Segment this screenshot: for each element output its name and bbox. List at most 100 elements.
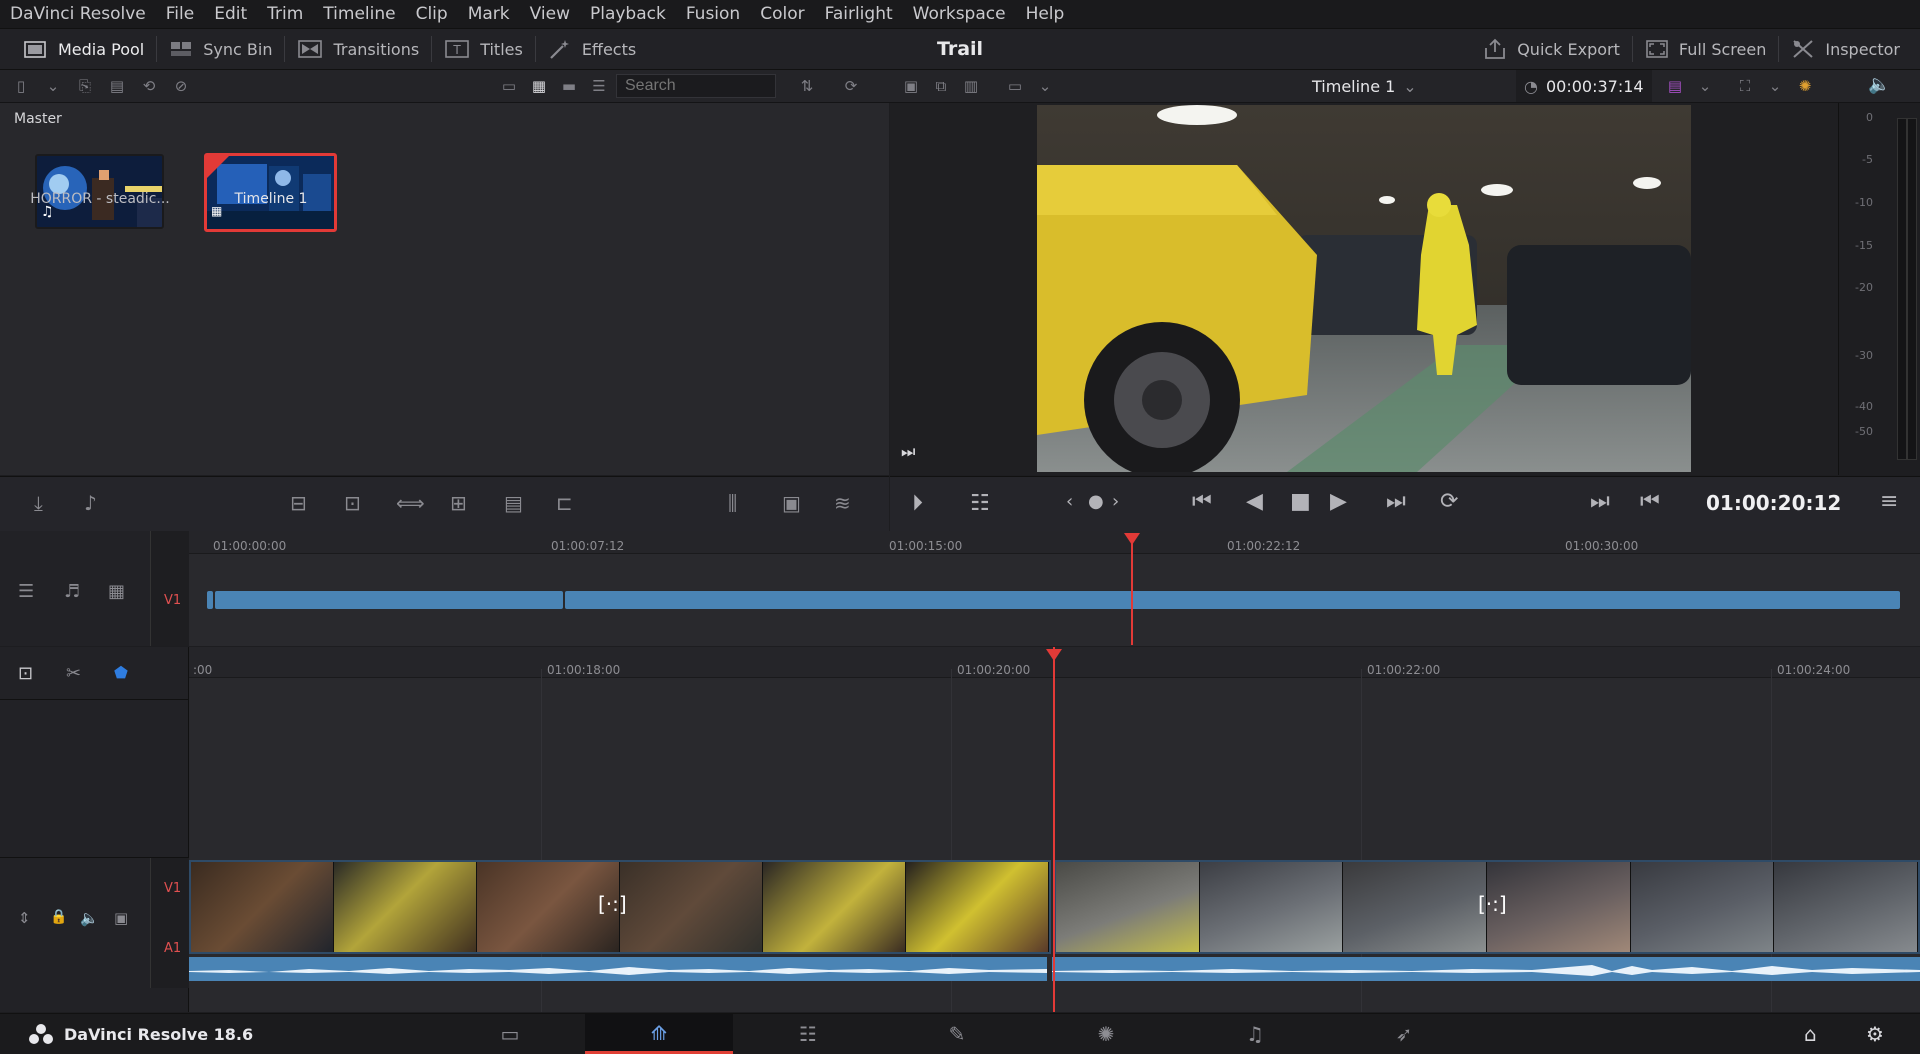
sliders-icon[interactable]: ☷ <box>970 491 990 516</box>
page-edit[interactable]: ☷ <box>734 1014 882 1054</box>
menu-view[interactable]: View <box>520 0 580 28</box>
source-overwrite-icon[interactable]: ⊏ <box>556 491 573 515</box>
transform-icon[interactable]: ⛶ <box>1732 73 1758 99</box>
sync-bin-button[interactable]: Sync Bin <box>157 29 284 69</box>
menu-playback[interactable]: Playback <box>580 0 676 28</box>
effects-button[interactable]: Effects <box>536 29 648 69</box>
playhead[interactable] <box>1131 535 1133 645</box>
page-media[interactable]: ▭ <box>436 1014 584 1054</box>
smart-insert-icon[interactable]: ⊟ <box>290 491 307 515</box>
next-edit-icon[interactable]: › <box>1112 491 1119 512</box>
more-options-icon[interactable]: ≡ <box>1880 489 1898 514</box>
marker-icon[interactable]: ⬟ <box>114 663 128 682</box>
menu-fusion[interactable]: Fusion <box>676 0 750 28</box>
menu-color[interactable]: Color <box>750 0 814 28</box>
sort-icon[interactable]: ⇅ <box>794 73 820 99</box>
chevron-down-icon[interactable]: ⌄ <box>1762 73 1788 99</box>
list-view-icon[interactable]: ☰ <box>586 73 612 99</box>
jog-dot-icon[interactable]: ● <box>1088 491 1104 512</box>
safe-area-icon[interactable]: ▭ <box>1002 73 1028 99</box>
playhead-handle[interactable] <box>1046 649 1062 661</box>
viewer-frame[interactable] <box>1037 105 1691 472</box>
playhead-handle[interactable] <box>1124 533 1140 545</box>
titles-button[interactable]: T Titles <box>432 29 535 69</box>
video-monitor-icon[interactable]: ▣ <box>114 909 128 927</box>
append-audio-icon[interactable]: ♪ <box>84 491 97 515</box>
page-color[interactable]: ✺ <box>1032 1014 1180 1054</box>
media-pool-button[interactable]: Media Pool <box>0 29 156 69</box>
menu-file[interactable]: File <box>156 0 204 28</box>
place-on-top-icon[interactable]: ▤ <box>504 491 523 515</box>
chevron-down-icon[interactable]: ⌄ <box>1032 73 1058 99</box>
dual-viewer-icon[interactable]: ⧉ <box>928 73 954 99</box>
menu-workspace[interactable]: Workspace <box>903 0 1016 28</box>
clip-segment[interactable] <box>215 591 563 609</box>
metadata-view-icon[interactable]: ▭ <box>496 73 522 99</box>
lock-icon[interactable]: 🔒 <box>50 909 67 925</box>
ripple-overwrite-icon[interactable]: ⟺ <box>396 491 425 515</box>
thumbnail-view-icon[interactable]: ▦ <box>526 73 552 99</box>
color-wheel-icon[interactable]: ✺ <box>1792 73 1818 99</box>
page-deliver[interactable]: ➶ <box>1330 1014 1478 1054</box>
track-destination-icon[interactable]: ☰ <box>18 581 34 602</box>
filmstrip-view-icon[interactable]: ▬ <box>556 73 582 99</box>
unlink-icon[interactable]: ⊘ <box>168 73 194 99</box>
menu-help[interactable]: Help <box>1016 0 1075 28</box>
menu-mark[interactable]: Mark <box>458 0 520 28</box>
audio-track-icon[interactable]: ♬ <box>64 581 80 602</box>
fx-overlay-icon[interactable]: ▤ <box>1662 73 1688 99</box>
trim-icon[interactable]: ⊡ <box>18 663 33 684</box>
clip-segment[interactable] <box>565 591 1900 609</box>
playhead[interactable] <box>1053 647 1055 1012</box>
still-image-icon[interactable]: ▣ <box>782 491 801 515</box>
insert-clip-icon[interactable]: ⤓ <box>34 491 43 515</box>
upper-ruler[interactable]: 01:00:00:00 01:00:07:12 01:00:15:00 01:0… <box>189 531 1920 554</box>
menu-timeline[interactable]: Timeline <box>313 0 405 28</box>
relink-icon[interactable]: ⟲ <box>136 73 162 99</box>
panel-layout-icon[interactable]: ▯ <box>8 73 34 99</box>
refresh-icon[interactable]: ⟳ <box>838 73 864 99</box>
play-icon[interactable]: ▶ <box>1330 489 1347 514</box>
page-fairlight[interactable]: ♫ <box>1181 1014 1329 1054</box>
menu-fairlight[interactable]: Fairlight <box>815 0 903 28</box>
mark-out-icon[interactable]: ⏮ <box>1640 489 1660 514</box>
waveform-icon[interactable]: ≋ <box>834 491 851 515</box>
skip-to-end-icon[interactable]: ⏭ <box>1386 489 1406 514</box>
speed-effect-icon[interactable]: [·:] <box>598 892 627 916</box>
append-icon[interactable]: ⊡ <box>344 491 361 515</box>
speaker-icon[interactable]: 🔈 <box>80 909 99 927</box>
lower-timeline[interactable]: :00 01:00:18:00 01:00:20:00 01:00:22:00 … <box>189 647 1920 1012</box>
page-fusion[interactable]: ✎ <box>883 1014 1031 1054</box>
playback-mode-icon[interactable]: ⏵ <box>912 491 923 516</box>
page-cut[interactable]: ⟰ <box>585 1014 733 1054</box>
video-track-icon[interactable]: ▦ <box>108 581 125 602</box>
audio-clip-horror[interactable] <box>189 957 1047 981</box>
loop-icon[interactable]: ⟳ <box>1440 489 1458 514</box>
menu-trim[interactable]: Trim <box>257 0 313 28</box>
timeline-selector[interactable]: Timeline 1 ⌄ <box>1312 70 1417 102</box>
new-bin-icon[interactable]: ▤ <box>104 73 130 99</box>
scissors-icon[interactable]: ✂ <box>66 663 81 684</box>
source-viewer-icon[interactable]: ▣ <box>898 73 924 99</box>
speed-effect-icon[interactable]: [·:] <box>1478 892 1507 916</box>
audio-clip-parking[interactable] <box>1052 957 1920 981</box>
split-clip-icon[interactable]: ⫼ <box>728 491 737 515</box>
menu-edit[interactable]: Edit <box>204 0 257 28</box>
tape-viewer-icon[interactable]: ▥ <box>958 73 984 99</box>
close-up-icon[interactable]: ⊞ <box>450 491 467 515</box>
home-icon[interactable]: ⌂ <box>1804 1022 1817 1046</box>
chevron-down-icon[interactable]: ⌄ <box>1692 73 1718 99</box>
transitions-button[interactable]: Transitions <box>285 29 431 69</box>
menu-clip[interactable]: Clip <box>406 0 458 28</box>
gear-icon[interactable]: ⚙ <box>1866 1022 1884 1046</box>
skip-to-end-icon[interactable]: ⏭ <box>901 442 915 462</box>
play-reverse-icon[interactable]: ◀ <box>1246 489 1263 514</box>
mark-in-icon[interactable]: ⏭ <box>1590 489 1610 514</box>
track-height-icon[interactable]: ⇕ <box>18 909 31 927</box>
upper-timeline[interactable]: 01:00:00:00 01:00:07:12 01:00:15:00 01:0… <box>189 531 1920 646</box>
clip-segment[interactable] <box>207 591 213 609</box>
import-media-icon[interactable]: ⎘ <box>72 73 98 99</box>
previous-edit-icon[interactable]: ‹ <box>1066 491 1073 512</box>
full-screen-button[interactable]: Full Screen <box>1633 29 1778 69</box>
inspector-button[interactable]: Inspector <box>1779 29 1920 69</box>
